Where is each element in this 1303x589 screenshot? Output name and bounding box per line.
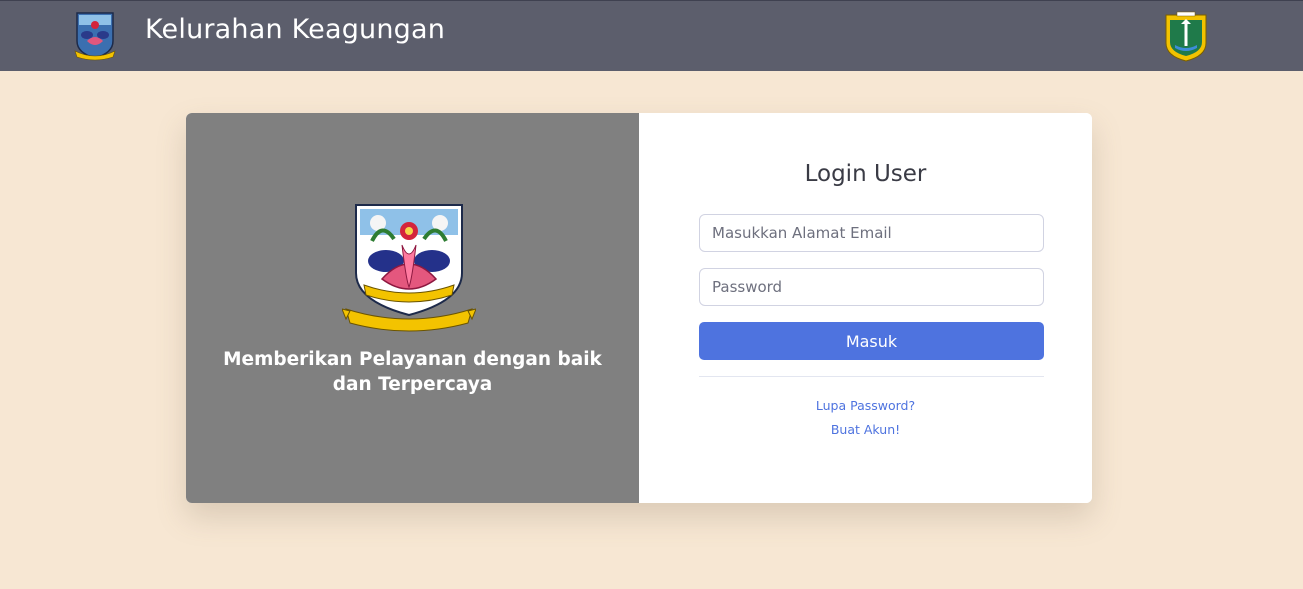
login-card: Memberikan Pelayanan dengan baik dan Ter… [186, 113, 1092, 503]
register-link[interactable]: Buat Akun! [639, 422, 1092, 437]
divider [699, 376, 1044, 377]
email-field[interactable] [699, 214, 1044, 252]
login-button[interactable]: Masuk [699, 322, 1044, 360]
forgot-password-link[interactable]: Lupa Password? [639, 398, 1092, 413]
jakarta-barat-emblem-icon[interactable] [73, 11, 117, 61]
password-field[interactable] [699, 268, 1044, 306]
dki-jakarta-emblem-icon[interactable] [1163, 11, 1209, 63]
hero-tagline: Memberikan Pelayanan dengan baik dan Ter… [223, 349, 602, 395]
jakarta-barat-emblem-icon [341, 201, 477, 339]
app-title: Kelurahan Keagungan [145, 14, 446, 45]
hero-panel: Memberikan Pelayanan dengan baik dan Ter… [186, 113, 639, 503]
top-navbar: Kelurahan Keagungan [0, 0, 1303, 71]
login-form-panel: Login User Masuk Lupa Password? Buat Aku… [639, 113, 1092, 503]
login-title: Login User [804, 161, 927, 187]
